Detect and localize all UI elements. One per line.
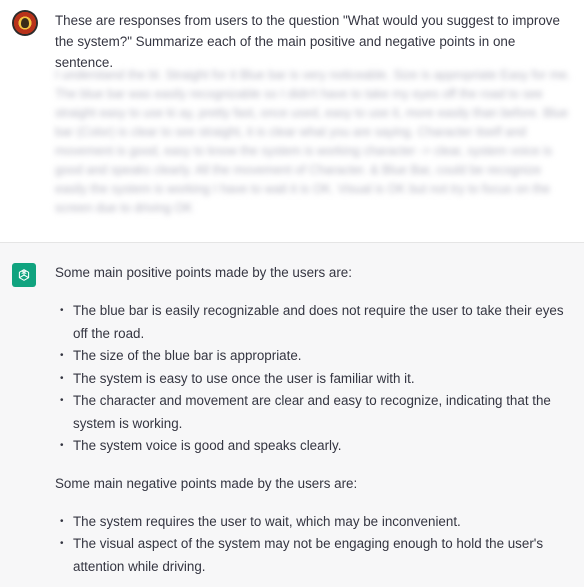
negative-intro: Some main negative points made by the us… [55, 475, 358, 491]
assistant-response: Some main positive points made by the us… [55, 263, 575, 578]
list-item: The character and movement are clear and… [60, 390, 575, 435]
list-item: The visual aspect of the system may not … [60, 533, 575, 578]
list-item: The system voice is good and speaks clea… [60, 435, 575, 458]
list-item: The system requires the user to wait, wh… [60, 511, 575, 534]
openai-logo-icon [12, 263, 36, 287]
positive-intro: Some main positive points made by the us… [55, 265, 352, 280]
assistant-message: Some main positive points made by the us… [0, 243, 584, 587]
user-prompt-text: These are responses from users to the qu… [55, 13, 564, 70]
user-message: These are responses from users to the qu… [0, 0, 584, 243]
list-item: The blue bar is easily recognizable and … [60, 300, 575, 345]
user-avatar-icon [12, 10, 38, 36]
positive-points-list: The blue bar is easily recognizable and … [55, 300, 575, 458]
list-item: The size of the blue bar is appropriate. [60, 345, 575, 368]
blurred-user-responses: I understand the bl. Straight for it Blu… [55, 68, 571, 215]
negative-points-list: The system requires the user to wait, wh… [55, 511, 575, 579]
list-item: The system is easy to use once the user … [60, 368, 575, 391]
